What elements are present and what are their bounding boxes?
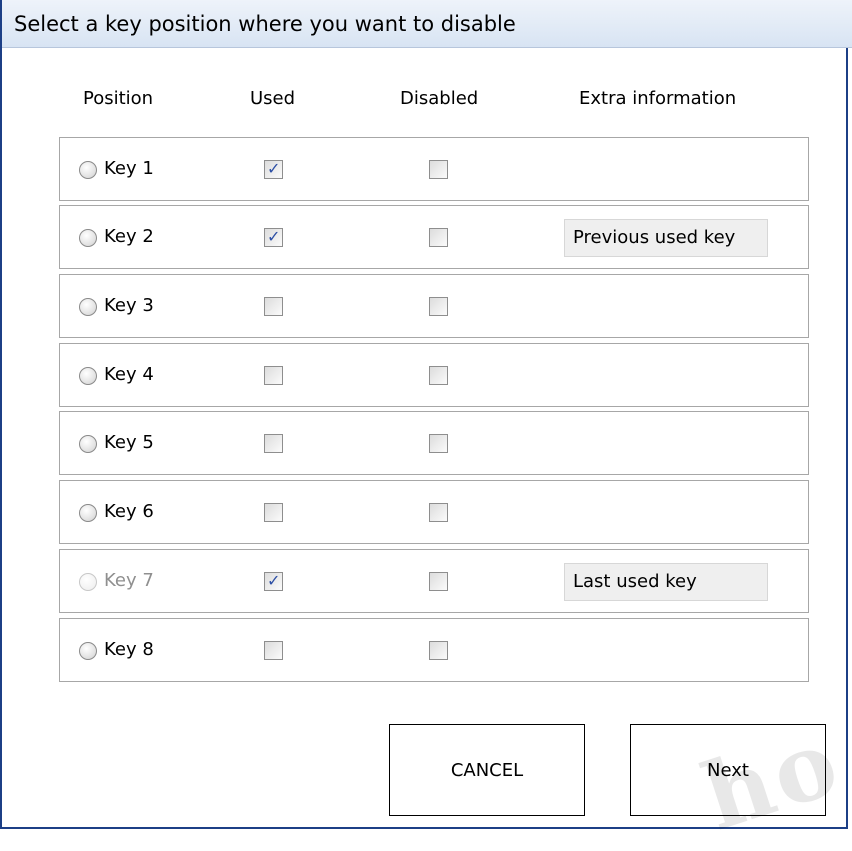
used-checkbox[interactable] [264,641,283,660]
disabled-checkbox[interactable] [429,503,448,522]
key-label: Key 7 [104,570,154,591]
title-bar: Select a key position where you want to … [2,0,852,48]
key-radio-button[interactable] [79,367,97,385]
disabled-checkbox[interactable] [429,366,448,385]
key-row: Key 3 [59,274,809,338]
disabled-checkbox[interactable] [429,297,448,316]
checkmark-icon: ✓ [267,159,281,178]
key-radio-button[interactable] [79,229,97,247]
key-label: Key 2 [104,226,154,247]
header-position: Position [83,88,154,109]
used-checkbox[interactable]: ✓ [264,159,283,179]
key-row: Key 1 ✓ [59,137,809,201]
used-checkbox[interactable] [264,297,283,316]
key-row: Key 8 [59,618,809,682]
dialog-window: Select a key position where you want to … [0,0,852,851]
used-checkbox[interactable]: ✓ [264,571,283,591]
disabled-checkbox[interactable] [429,641,448,660]
disabled-checkbox[interactable] [429,160,448,179]
used-checkbox[interactable] [264,434,283,453]
checkmark-icon: ✓ [267,571,281,590]
checkmark-icon: ✓ [267,227,281,246]
extra-information-field: Last used key [564,563,768,601]
disabled-checkbox[interactable] [429,572,448,591]
key-row: Key 7 ✓ Last used key [59,549,809,613]
window-title: Select a key position where you want to … [14,12,516,36]
key-radio-button[interactable] [79,161,97,179]
cancel-button[interactable]: CANCEL [389,724,585,816]
key-label: Key 5 [104,432,154,453]
key-row: Key 4 [59,343,809,407]
key-label: Key 4 [104,364,154,385]
extra-information-text: Previous used key [573,227,736,248]
header-disabled: Disabled [400,88,479,109]
key-radio-button[interactable] [79,435,97,453]
key-label: Key 8 [104,639,154,660]
used-checkbox[interactable] [264,503,283,522]
key-radio-button [79,573,97,591]
key-radio-button[interactable] [79,504,97,522]
key-row: Key 5 [59,411,809,475]
extra-information-text: Last used key [573,571,697,592]
extra-information-field: Previous used key [564,219,768,257]
key-row: Key 6 [59,480,809,544]
header-used: Used [250,88,296,109]
disabled-checkbox[interactable] [429,434,448,453]
key-radio-button[interactable] [79,298,97,316]
used-checkbox[interactable]: ✓ [264,227,283,247]
disabled-checkbox[interactable] [429,228,448,247]
used-checkbox[interactable] [264,366,283,385]
key-row: Key 2 ✓ Previous used key [59,205,809,269]
key-label: Key 1 [104,158,154,179]
header-extra-information: Extra information [579,88,737,109]
key-label: Key 6 [104,501,154,522]
key-label: Key 3 [104,295,154,316]
key-radio-button[interactable] [79,642,97,660]
